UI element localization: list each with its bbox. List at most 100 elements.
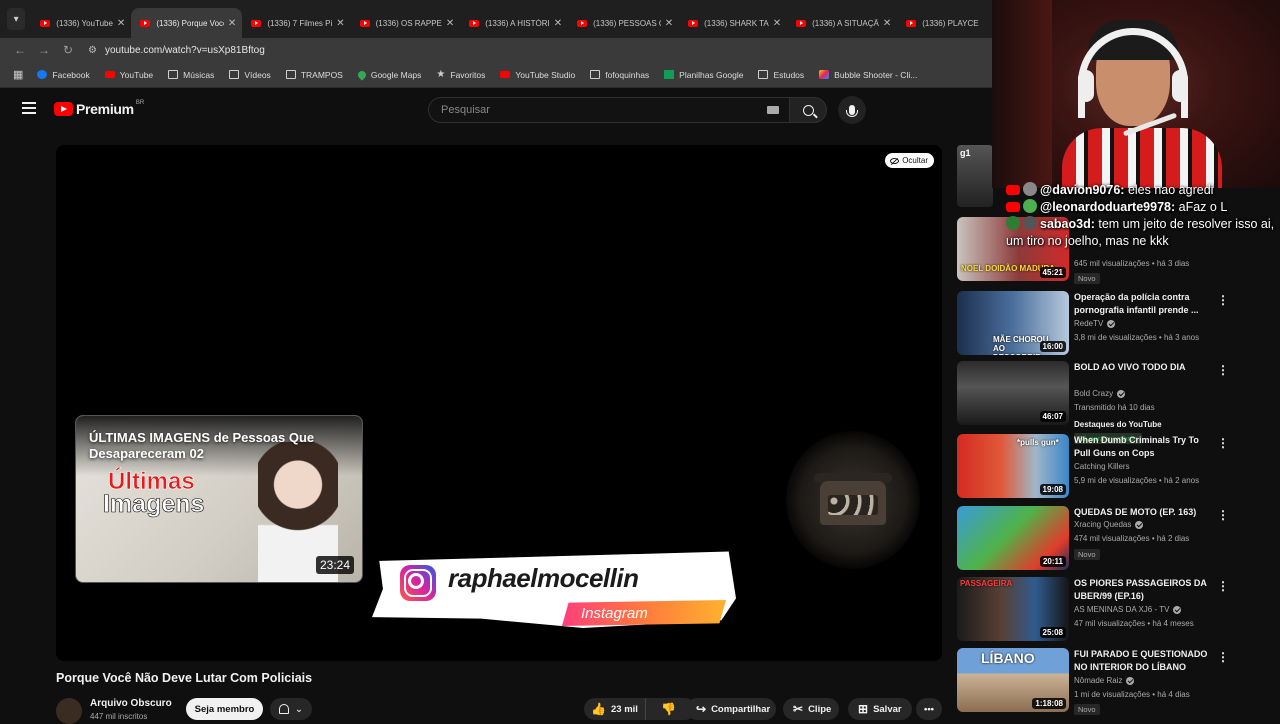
back-arrow-icon[interactable]: ←: [8, 43, 32, 57]
browser-tab[interactable]: (1336) A HISTÓRI ✕: [460, 8, 568, 38]
browser-tab-bar: ▾ (1336) YouTube ✕ (1336) Porque Você ✕ (1…: [0, 0, 992, 38]
video-title[interactable]: Operação da polícia contra pornografia i…: [1074, 291, 1214, 317]
bookmark-youtube[interactable]: YouTube: [104, 70, 153, 80]
reload-icon[interactable]: ↻: [56, 43, 80, 57]
browser-tab[interactable]: (1336) YouTube ✕: [31, 8, 131, 38]
recommendation-item[interactable]: *pulls gun* 19:08 When Dumb Criminals Try…: [957, 434, 1237, 500]
bookmark-planilhas[interactable]: Planilhas Google: [664, 70, 743, 80]
instagram-icon: [400, 565, 436, 601]
endcard-duration: 23:24: [315, 556, 354, 574]
browser-tab[interactable]: (1336) PESSOAS Q ✕: [568, 8, 679, 38]
more-vertical-icon[interactable]: ⋮: [1217, 363, 1229, 377]
user-avatar: [1023, 216, 1037, 230]
browser-tab[interactable]: (1336) PLAYCE: [897, 8, 992, 38]
channel-watermark[interactable]: [786, 431, 920, 569]
search-button[interactable]: [789, 97, 827, 123]
video-thumbnail[interactable]: MÃE CHOROU AO DESCOBRIR16:00: [957, 291, 1069, 355]
duration-badge: 19:08: [1039, 484, 1066, 495]
more-actions-button[interactable]: •••: [916, 698, 942, 720]
more-vertical-icon[interactable]: ⋮: [1217, 508, 1229, 522]
bookmark-bubble-shooter[interactable]: Bubble Shooter - Cli...: [819, 70, 917, 80]
video-thumbnail[interactable]: LÍBANO 1:18:08: [957, 648, 1069, 712]
video-title[interactable]: OS PIORES PASSAGEIROS DA UBER/99 (EP.16): [1074, 577, 1214, 603]
endcard-video[interactable]: ÚLTIMAS IMAGENS de Pessoas Que Desaparec…: [75, 415, 363, 583]
video-player[interactable]: Ocultar ÚLTIMAS IMAGENS de Pessoas Que D…: [56, 145, 942, 661]
browser-tab[interactable]: (1336) OS RAPPE ✕: [351, 8, 461, 38]
more-vertical-icon[interactable]: ⋮: [1217, 293, 1229, 307]
youtube-logo[interactable]: Premium BR: [54, 100, 144, 117]
channel-name[interactable]: Arquivo Obscuro: [90, 698, 172, 709]
bookmark-musicas[interactable]: Músicas: [168, 70, 214, 80]
clip-button[interactable]: ✂ Clipe: [783, 698, 839, 720]
notifications-button[interactable]: ⌄: [270, 698, 312, 720]
close-icon[interactable]: ✕: [446, 18, 454, 29]
recommendation-item[interactable]: LÍBANO 1:18:08 FUI PARADO E QUESTIONADO N…: [957, 648, 1237, 715]
hide-endcards-button[interactable]: Ocultar: [885, 153, 934, 168]
keyboard-icon[interactable]: [767, 106, 779, 114]
close-icon[interactable]: ✕: [665, 18, 673, 29]
chat-text: aFaz o L: [1178, 200, 1228, 214]
duration-badge: 25:08: [1039, 627, 1066, 638]
like-button[interactable]: 👍 23 mil: [584, 698, 646, 720]
save-label: Salvar: [873, 703, 902, 715]
menu-icon[interactable]: [22, 102, 36, 117]
address-bar: ← → ↻ ⚙ youtube.com/watch?v=usXp81Bftog: [0, 38, 992, 62]
bookmark-videos[interactable]: Vídeos: [229, 70, 271, 80]
channel-name: Catching Killers: [1074, 462, 1130, 471]
logo-text: Premium: [76, 101, 134, 117]
video-thumbnail[interactable]: PASSAGEIRA 25:08: [957, 577, 1069, 641]
voice-search-button[interactable]: [838, 96, 866, 124]
bookmark-favoritos[interactable]: ★ Favoritos: [436, 69, 485, 80]
video-title[interactable]: BOLD AO VIVO TODO DIA: [1074, 361, 1214, 374]
channel-avatar[interactable]: [56, 698, 82, 724]
more-vertical-icon[interactable]: ⋮: [1217, 436, 1229, 450]
browser-tab[interactable]: (1336) 7 Filmes Pi ✕: [242, 8, 350, 38]
channel-name-row[interactable]: Bold Crazy: [1074, 389, 1126, 398]
apps-grid-icon[interactable]: ▦: [13, 68, 23, 81]
recommendation-item[interactable]: PASSAGEIRA 25:08 OS PIORES PASSAGEIROS DA…: [957, 577, 1237, 643]
video-thumbnail[interactable]: 20:11: [957, 506, 1069, 570]
bookmark-fofoquinhas[interactable]: fofoquinhas: [590, 70, 649, 80]
recommendation-item[interactable]: 46:07 BOLD AO VIVO TODO DIA Bold Crazy T…: [957, 361, 1237, 444]
bookmark-estudos[interactable]: Estudos: [758, 70, 804, 80]
close-icon[interactable]: ✕: [554, 18, 562, 29]
forward-arrow-icon[interactable]: →: [32, 43, 56, 57]
close-icon[interactable]: ✕: [228, 18, 236, 29]
channel-name-row[interactable]: Nômade Raiz: [1074, 676, 1135, 685]
save-button[interactable]: ⊞ Salvar: [848, 698, 912, 720]
more-vertical-icon[interactable]: ⋮: [1217, 579, 1229, 593]
recommendation-item[interactable]: MÃE CHOROU AO DESCOBRIR16:00 Operação da…: [957, 291, 1237, 357]
channel-name-row[interactable]: AS MENINAS DA XJ6 - TV: [1074, 605, 1182, 614]
more-vertical-icon[interactable]: ⋮: [1217, 650, 1229, 664]
recommendation-item[interactable]: 20:11 QUEDAS DE MOTO (EP. 163) Xracing Q…: [957, 506, 1237, 572]
video-thumbnail[interactable]: *pulls gun* 19:08: [957, 434, 1069, 498]
video-thumbnail[interactable]: 46:07: [957, 361, 1069, 425]
channel-name-row[interactable]: Xracing Quedas: [1074, 520, 1144, 529]
channel-name-row[interactable]: Catching Killers: [1074, 462, 1130, 471]
share-button[interactable]: ↪ Compartilhar: [686, 698, 776, 720]
bookmark-youtube-studio[interactable]: YouTube Studio: [500, 70, 575, 80]
browser-tab[interactable]: (1336) A SITUAÇÃ ✕: [787, 8, 897, 38]
close-icon[interactable]: ✕: [117, 18, 125, 29]
video-title[interactable]: When Dumb Criminals Try To Pull Guns on …: [1074, 434, 1214, 460]
bookmarks-bar: ▦ Facebook YouTube Músicas Vídeos TRAMPO…: [0, 62, 992, 88]
bookmark-google-maps[interactable]: Google Maps: [356, 68, 421, 81]
channel-name-row[interactable]: RedeTV: [1074, 319, 1116, 328]
search-input[interactable]: Pesquisar: [428, 97, 790, 123]
url-field[interactable]: ⚙ youtube.com/watch?v=usXp81Bftog: [88, 40, 992, 60]
join-button[interactable]: Seja membro: [186, 698, 263, 720]
tab-label: (1336) YouTube: [56, 18, 113, 28]
video-title[interactable]: QUEDAS DE MOTO (EP. 163): [1074, 506, 1214, 519]
browser-tab[interactable]: (1336) SHARK TA ✕: [679, 8, 787, 38]
video-title[interactable]: FUI PARADO E QUESTIONADO NO INTERIOR DO …: [1074, 648, 1214, 674]
tab-search-button[interactable]: ▾: [7, 8, 26, 30]
bookmark-facebook[interactable]: Facebook: [37, 70, 90, 80]
bookmark-trampos[interactable]: TRAMPOS: [285, 70, 343, 80]
close-icon[interactable]: ✕: [336, 18, 344, 29]
close-icon[interactable]: ✕: [773, 18, 781, 29]
bookmark-label: Planilhas Google: [679, 69, 744, 80]
site-info-icon[interactable]: ⚙: [88, 45, 97, 56]
browser-tab-active[interactable]: (1336) Porque Você ✕: [131, 8, 243, 38]
close-icon[interactable]: ✕: [883, 18, 891, 29]
tab-label: (1336) PESSOAS Q: [593, 18, 661, 28]
